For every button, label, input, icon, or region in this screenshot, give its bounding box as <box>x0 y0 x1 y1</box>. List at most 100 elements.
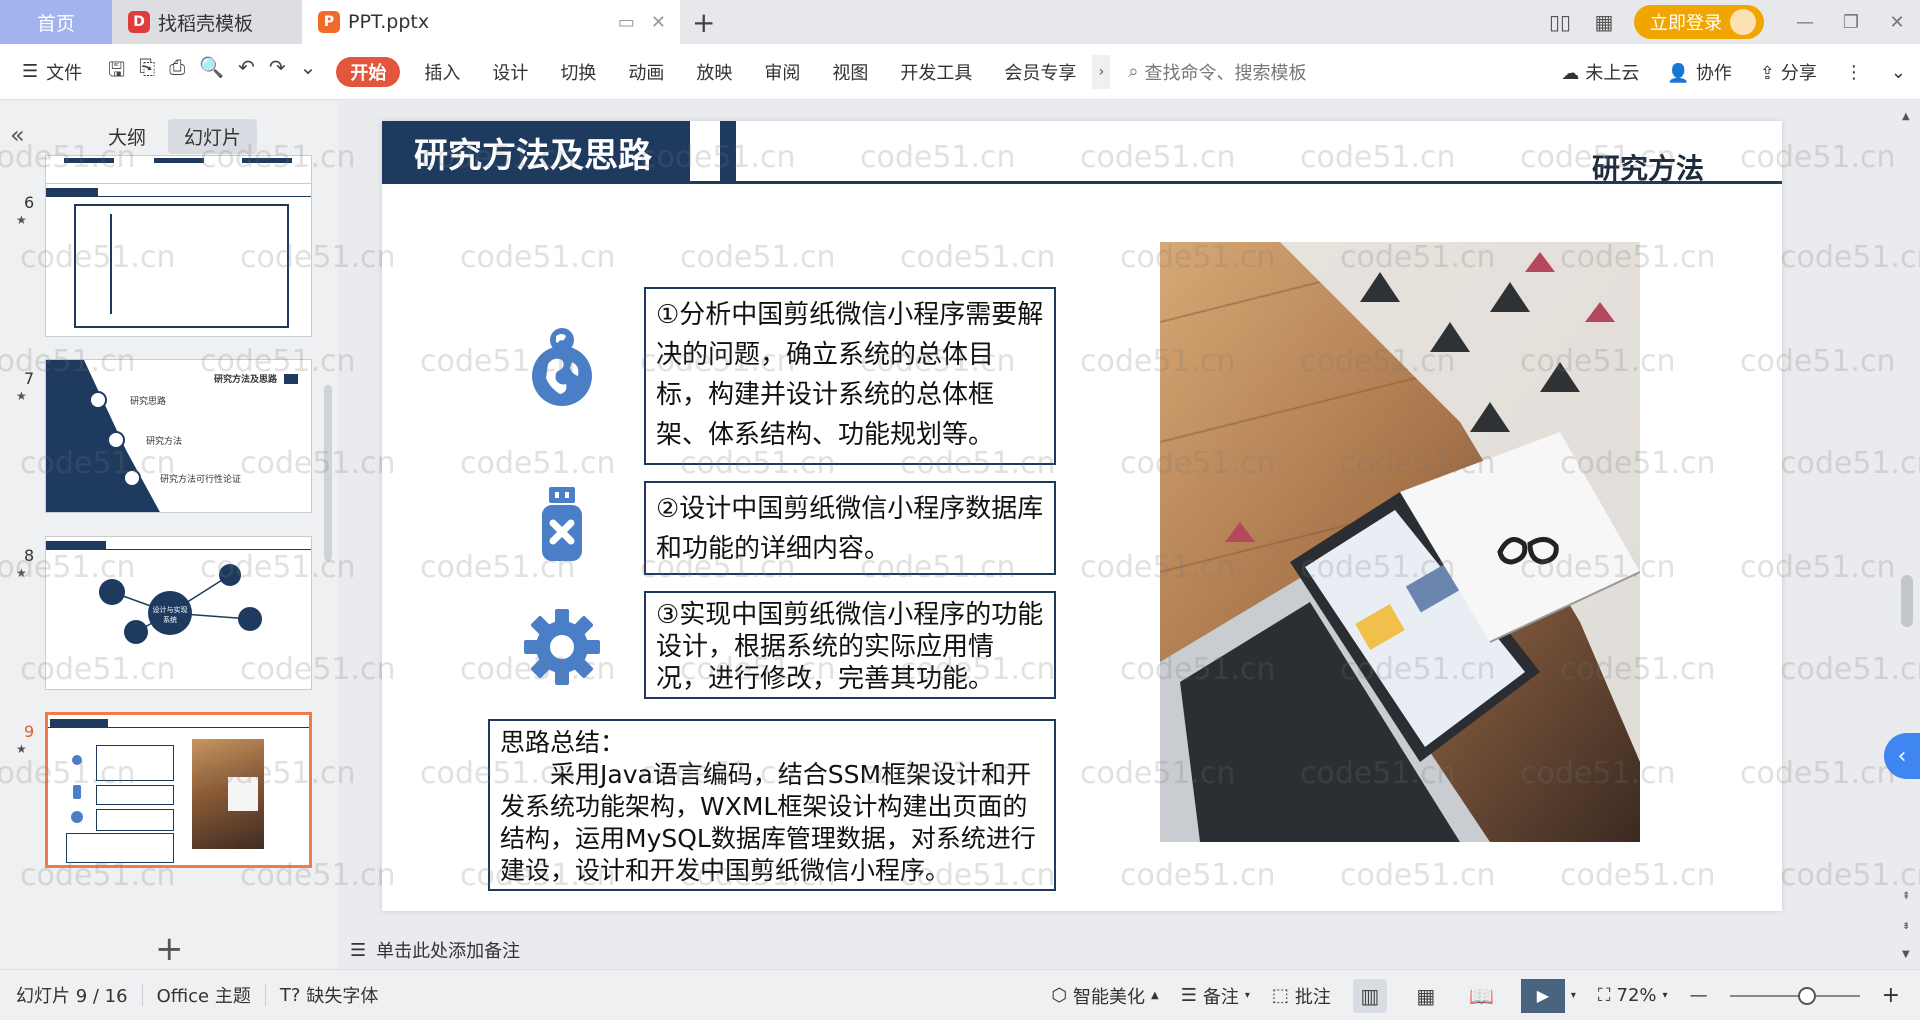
beautify-button[interactable]: ⬡ 智能美化 ▲ <box>1051 983 1158 1009</box>
tab-outline[interactable]: 大纲 <box>92 119 162 154</box>
slide-number: 6 <box>24 193 35 212</box>
collaborate-button[interactable]: 👤 协作 <box>1667 59 1731 85</box>
theme-name[interactable]: Office 主题 <box>157 982 251 1008</box>
zoom-slider-knob[interactable] <box>1797 986 1816 1005</box>
title-bar: 首页 D 找稻壳模板 P PPT.pptx ▭ ✕ + ▯▯ ▦ 立即登录 — … <box>0 0 1920 44</box>
menu-tab-start[interactable]: 开始 <box>336 56 401 87</box>
play-icon: ▶ <box>1520 978 1565 1013</box>
file-menu-button[interactable]: ☰ 文件 <box>22 44 82 100</box>
play-slideshow-button[interactable]: ▶ ▾ <box>1520 978 1576 1013</box>
text-box-summary[interactable]: 思路总结： 采用Java语言编码，结合SSM框架设计和开发系统功能架构，WXML… <box>488 719 1056 891</box>
usb-icon[interactable] <box>522 485 602 565</box>
notes-area[interactable]: ☰ 单击此处添加备注 <box>338 930 1890 970</box>
zoom-slider[interactable] <box>1729 986 1860 1005</box>
panel-scrollbar[interactable] <box>324 385 332 561</box>
tab-document-label: PPT.pptx <box>348 11 430 33</box>
cloud-status-button[interactable]: ☁ 未上云 <box>1561 59 1639 85</box>
menu-tab-design[interactable]: 设计 <box>476 44 544 100</box>
slide-sorter-icon[interactable]: ▦ <box>1409 979 1443 1013</box>
thumbnail-8-center: 设计与实现系统 <box>152 606 188 624</box>
zoom-in-icon[interactable]: + <box>1882 983 1900 1008</box>
missing-font-button[interactable]: T? 缺失字体 <box>280 982 379 1008</box>
slide-subtitle[interactable]: 研究方法 <box>1592 147 1704 187</box>
apps-grid-icon[interactable]: ▦ <box>1582 0 1626 44</box>
notes-icon: ☰ <box>350 939 367 961</box>
redo-icon[interactable]: ↷ <box>269 55 286 89</box>
minimize-icon[interactable]: — <box>1782 0 1828 44</box>
slide-thumbnail[interactable]: 设计与实现系统 <box>45 536 312 690</box>
menu-tab-developer[interactable]: 开发工具 <box>884 44 988 100</box>
fit-window-icon[interactable]: ⛶ <box>1598 985 1611 1006</box>
reading-mode-icon[interactable]: ▯▯ <box>1538 0 1582 44</box>
more-options-icon[interactable]: ⋮ <box>1845 62 1863 83</box>
slide-thumbnail[interactable] <box>45 183 312 337</box>
add-slide-button[interactable]: + <box>155 929 184 969</box>
step-1-text: ①分析中国剪纸微信小程序需要解决的问题，确立系统的总体目标，构建并设计系统的总体… <box>656 300 1044 450</box>
reading-view-icon[interactable]: 📖 <box>1465 979 1499 1013</box>
avatar <box>1730 9 1756 35</box>
close-tab-icon[interactable]: ✕ <box>651 12 666 33</box>
missing-font-label: 缺失字体 <box>306 986 379 1007</box>
slide-thumbnail-selected[interactable] <box>45 712 312 868</box>
more-tabs-chevron-icon[interactable]: › <box>1092 54 1111 89</box>
notes-placeholder: 单击此处添加备注 <box>376 941 521 962</box>
tab-docer-templates[interactable]: D 找稻壳模板 <box>112 0 302 44</box>
login-button[interactable]: 立即登录 <box>1634 5 1764 39</box>
slide-title-box[interactable]: 研究方法及思路 <box>382 121 690 183</box>
menu-tab-insert[interactable]: 插入 <box>408 44 476 100</box>
scrollbar-thumb[interactable] <box>1901 575 1913 627</box>
scroll-down-icon[interactable]: ▼ <box>1902 949 1910 960</box>
side-panel-toggle-icon[interactable]: ‹ <box>1884 733 1920 779</box>
tab-docer-label: 找稻壳模板 <box>158 12 254 35</box>
collapse-ribbon-icon[interactable]: ⌄ <box>1891 62 1906 83</box>
menu-tab-review[interactable]: 审阅 <box>748 44 816 100</box>
text-box-step-2[interactable]: ②设计中国剪纸微信小程序数据库和功能的详细内容。 <box>644 481 1056 575</box>
close-window-icon[interactable]: ✕ <box>1874 0 1920 44</box>
zoom-out-icon[interactable]: — <box>1690 985 1708 1006</box>
share-button[interactable]: ⇪ 分享 <box>1760 59 1817 85</box>
zoom-control[interactable]: ⛶ 72% ▾ <box>1598 985 1668 1006</box>
gear-icon[interactable] <box>522 607 602 687</box>
collapse-panel-icon[interactable]: « <box>10 121 25 149</box>
menu-tab-transition[interactable]: 切换 <box>544 44 612 100</box>
print-icon[interactable]: ⎙ <box>169 55 185 89</box>
command-search-input[interactable]: ⌕ 查找命令、搜索模板 <box>1128 59 1306 85</box>
print-preview-icon[interactable]: 🔍 <box>199 55 224 89</box>
ribbon: ☰ 文件 🖫 ⎘ ⎙ 🔍 ↶ ↷ ⌄ 开始 插入 设计 切换 动画 放映 审阅 … <box>0 44 1920 100</box>
comments-button[interactable]: ⬚ 批注 <box>1272 983 1331 1009</box>
menu-tab-member[interactable]: 会员专享 <box>988 44 1092 100</box>
menu-tab-slideshow[interactable]: 放映 <box>680 44 748 100</box>
share-label: 分享 <box>1780 63 1817 84</box>
new-tab-button[interactable]: + <box>692 6 715 39</box>
monitor-icon[interactable]: ▭ <box>618 12 635 33</box>
slide-canvas[interactable]: 研究方法及思路 研究方法 ①分析中国剪纸微信小程序需要解决的问题，确立系统的总体… <box>382 121 1782 911</box>
quick-access-dropdown-icon[interactable]: ⌄ <box>300 55 317 89</box>
restore-icon[interactable]: ❐ <box>1828 0 1874 44</box>
thumbnail-7-item: 研究思路 <box>130 397 167 407</box>
share-icon: ⇪ <box>1759 63 1775 84</box>
undo-icon[interactable]: ↶ <box>238 55 255 89</box>
text-box-step-1[interactable]: ①分析中国剪纸微信小程序需要解决的问题，确立系统的总体目标，构建并设计系统的总体… <box>644 287 1056 465</box>
tab-home[interactable]: 首页 <box>0 0 112 44</box>
scroll-next-page-icon[interactable]: ⇟ <box>1902 921 1910 932</box>
collaborate-label: 协作 <box>1695 63 1732 84</box>
slide-counter: 幻灯片 9 / 16 <box>16 982 128 1008</box>
normal-view-icon[interactable]: ▥ <box>1352 978 1387 1013</box>
globe-icon[interactable] <box>522 326 602 406</box>
text-box-step-3[interactable]: ③实现中国剪纸微信小程序的功能设计，根据系统的实际应用情况，进行修改，完善其功能… <box>644 591 1056 699</box>
export-icon[interactable]: ⎘ <box>139 55 155 89</box>
tab-slides[interactable]: 幻灯片 <box>168 119 258 154</box>
laptop-desk-photo[interactable] <box>1160 242 1640 842</box>
step-2-text: ②设计中国剪纸微信小程序数据库和功能的详细内容。 <box>656 494 1044 564</box>
hamburger-icon: ☰ <box>22 61 39 82</box>
tab-document[interactable]: P PPT.pptx ▭ ✕ <box>302 0 680 44</box>
menu-tab-view[interactable]: 视图 <box>816 44 884 100</box>
cloud-icon: ☁ <box>1561 63 1580 84</box>
notes-toggle-button[interactable]: ☰ 备注 ▾ <box>1181 983 1250 1009</box>
scroll-up-icon[interactable]: ▲ <box>1902 111 1910 122</box>
save-icon[interactable]: 🖫 <box>108 55 125 89</box>
vertical-scrollbar[interactable]: ▲ ⇞ ⇟ ▼ <box>1896 101 1920 969</box>
menu-tab-animation[interactable]: 动画 <box>612 44 680 100</box>
scroll-prev-page-icon[interactable]: ⇞ <box>1902 891 1910 902</box>
slide-thumbnail[interactable]: 研究方法及思路 研究思路 研究方法 研究方法可行性论证 <box>45 359 312 513</box>
